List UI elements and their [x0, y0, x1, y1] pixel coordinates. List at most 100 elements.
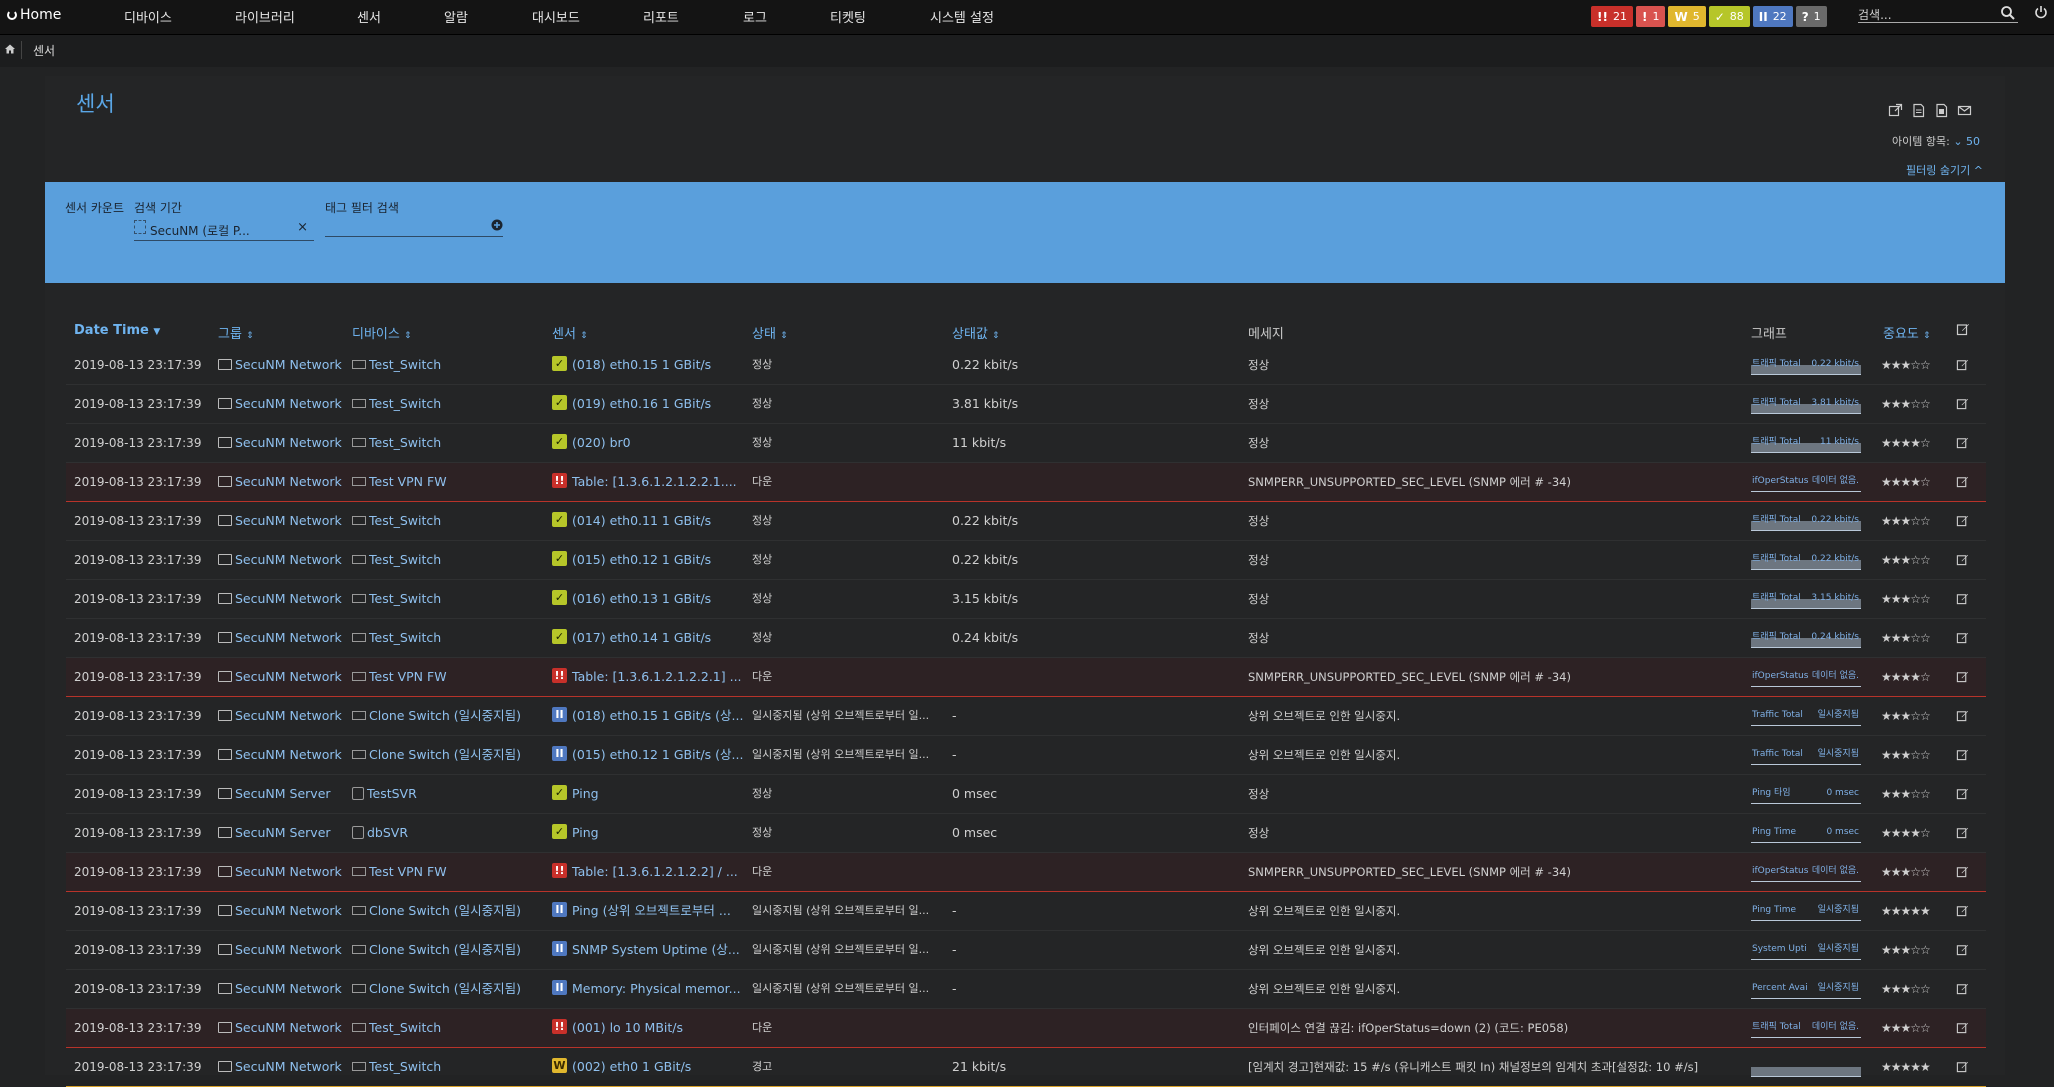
row-priority-stars[interactable]: ★★★☆☆ [1881, 697, 1951, 735]
row-device-link[interactable]: TestSVR [352, 775, 542, 813]
row-priority-stars[interactable]: ★★★☆☆ [1881, 502, 1951, 540]
table-row[interactable]: 2019-08-13 23:17:39 SecuNM Network Test_… [66, 580, 1986, 619]
row-priority-stars[interactable]: ★★★★★ [1881, 1048, 1951, 1086]
row-edit-button[interactable] [1956, 619, 1976, 657]
row-mini-graph[interactable]: Ping Time 일시중지됨 [1751, 892, 1863, 930]
badge-partial-down[interactable]: ! 1 [1635, 6, 1666, 27]
row-device-link[interactable]: Test_Switch [352, 502, 542, 540]
external-link-icon[interactable] [1888, 103, 1903, 118]
row-edit-button[interactable] [1956, 502, 1976, 540]
row-priority-stars[interactable]: ★★★★☆ [1881, 463, 1951, 501]
row-priority-stars[interactable]: ★★★☆☆ [1881, 1009, 1951, 1047]
period-select[interactable]: SecuNM (로컬 P... × [134, 218, 314, 241]
table-row[interactable]: 2019-08-13 23:17:39 SecuNM Network Test_… [66, 541, 1986, 580]
row-group-link[interactable]: SecuNM Network [218, 619, 348, 657]
power-icon[interactable] [2034, 5, 2048, 19]
nav-dashboard[interactable]: 대시보드 [532, 7, 580, 26]
nav-system-settings[interactable]: 시스템 설정 [930, 7, 994, 26]
row-device-link[interactable]: Clone Switch (일시중지됨) [352, 736, 542, 774]
row-device-link[interactable]: Test VPN FW [352, 658, 542, 696]
row-group-link[interactable]: SecuNM Network [218, 853, 348, 891]
breadcrumb-current[interactable]: 센서 [33, 42, 55, 59]
table-row[interactable]: 2019-08-13 23:17:39 SecuNM Network Test_… [66, 619, 1986, 658]
csv-export-icon[interactable] [1911, 103, 1926, 118]
row-group-link[interactable]: SecuNM Network [218, 424, 348, 462]
row-priority-stars[interactable]: ★★★★☆ [1881, 814, 1951, 852]
home-icon[interactable] [4, 43, 16, 55]
row-mini-graph[interactable]: 트래픽 Total 0.22 kbit/s [1751, 346, 1863, 384]
row-mini-graph[interactable]: 트래픽 Total 데이터 없음. [1751, 1009, 1863, 1047]
row-group-link[interactable]: SecuNM Network [218, 697, 348, 735]
row-mini-graph[interactable]: 트래픽 Total 3.15 kbit/s [1751, 580, 1863, 618]
badge-warning[interactable]: W 5 [1668, 6, 1706, 27]
row-group-link[interactable]: SecuNM Network [218, 502, 348, 540]
row-priority-stars[interactable]: ★★★★☆ [1881, 424, 1951, 462]
table-row[interactable]: 2019-08-13 23:17:39 SecuNM Network Clone… [66, 931, 1986, 970]
row-mini-graph[interactable]: Ping 타임 0 msec [1751, 775, 1863, 813]
row-edit-button[interactable] [1956, 853, 1976, 891]
row-edit-button[interactable] [1956, 463, 1976, 501]
row-device-link[interactable]: Test VPN FW [352, 463, 542, 501]
table-row[interactable]: 2019-08-13 23:17:39 SecuNM Network Test_… [66, 502, 1986, 541]
row-edit-button[interactable] [1956, 892, 1976, 930]
row-edit-button[interactable] [1956, 1009, 1976, 1047]
row-priority-stars[interactable]: ★★★☆☆ [1881, 853, 1951, 891]
row-device-link[interactable]: Clone Switch (일시중지됨) [352, 931, 542, 969]
row-device-link[interactable]: Test_Switch [352, 541, 542, 579]
search-input[interactable] [1858, 6, 1996, 24]
row-edit-button[interactable] [1956, 775, 1976, 813]
table-row[interactable]: 2019-08-13 23:17:39 SecuNM Network Test_… [66, 1048, 1986, 1087]
table-row[interactable]: 2019-08-13 23:17:39 SecuNM Network Test … [66, 658, 1986, 697]
row-mini-graph[interactable]: ifOperStatus 데이터 없음. [1751, 853, 1863, 891]
row-edit-button[interactable] [1956, 736, 1976, 774]
row-mini-graph[interactable]: ifOperStatus 데이터 없음. [1751, 658, 1863, 696]
row-mini-graph[interactable]: Traffic Total 일시중지됨 [1751, 697, 1863, 735]
row-priority-stars[interactable]: ★★★☆☆ [1881, 541, 1951, 579]
row-edit-button[interactable] [1956, 697, 1976, 735]
table-row[interactable]: 2019-08-13 23:17:39 SecuNM Network Clone… [66, 892, 1986, 931]
row-mini-graph[interactable]: Ping Time 0 msec [1751, 814, 1863, 852]
badge-unknown[interactable]: ? 1 [1795, 6, 1827, 27]
tag-filter-input[interactable] [325, 218, 503, 237]
row-device-link[interactable]: dbSVR [352, 814, 542, 852]
nav-alarms[interactable]: 알람 [444, 7, 468, 26]
row-priority-stars[interactable]: ★★★☆☆ [1881, 385, 1951, 423]
col-datetime[interactable]: Date Time ▼ [74, 323, 160, 338]
table-row[interactable]: 2019-08-13 23:17:39 SecuNM Network Test_… [66, 1009, 1986, 1048]
row-group-link[interactable]: SecuNM Network [218, 1009, 348, 1047]
row-mini-graph[interactable]: 트래픽 Total 0.22 kbit/s [1751, 502, 1863, 540]
document-export-icon[interactable] [1934, 103, 1949, 118]
row-edit-button[interactable] [1956, 970, 1976, 1008]
col-device[interactable]: 디바이스 ⇕ [352, 323, 412, 342]
row-mini-graph[interactable]: Percent Avai 일시중지됨 [1751, 970, 1863, 1008]
badge-down[interactable]: !! 21 [1591, 6, 1633, 27]
row-edit-button[interactable] [1956, 541, 1976, 579]
table-row[interactable]: 2019-08-13 23:17:39 SecuNM Server dbSVR … [66, 814, 1986, 853]
row-group-link[interactable]: SecuNM Network [218, 658, 348, 696]
row-group-link[interactable]: SecuNM Network [218, 970, 348, 1008]
row-edit-button[interactable] [1956, 931, 1976, 969]
col-priority[interactable]: 중요도 ⇕ [1883, 323, 1931, 342]
nav-logs[interactable]: 로그 [743, 7, 767, 26]
row-device-link[interactable]: Clone Switch (일시중지됨) [352, 970, 542, 1008]
table-row[interactable]: 2019-08-13 23:17:39 SecuNM Network Clone… [66, 970, 1986, 1009]
row-mini-graph[interactable]: System Upti 일시중지됨 [1751, 931, 1863, 969]
row-group-link[interactable]: SecuNM Network [218, 580, 348, 618]
home-link[interactable]: Home [7, 7, 61, 23]
row-edit-button[interactable] [1956, 424, 1976, 462]
row-mini-graph[interactable]: 트래픽 Total 11 kbit/s [1751, 424, 1863, 462]
row-mini-graph[interactable]: Traffic Total 일시중지됨 [1751, 736, 1863, 774]
badge-paused[interactable]: II 22 [1752, 6, 1793, 27]
clear-icon[interactable]: × [297, 220, 308, 235]
edit-columns-icon[interactable] [1956, 322, 1970, 336]
row-priority-stars[interactable]: ★★★★★ [1881, 892, 1951, 930]
table-row[interactable]: 2019-08-13 23:17:39 SecuNM Server TestSV… [66, 775, 1986, 814]
nav-devices[interactable]: 디바이스 [124, 7, 172, 26]
row-group-link[interactable]: SecuNM Network [218, 346, 348, 384]
row-priority-stars[interactable]: ★★★☆☆ [1881, 775, 1951, 813]
row-group-link[interactable]: SecuNM Network [218, 1048, 348, 1086]
table-row[interactable]: 2019-08-13 23:17:39 SecuNM Network Clone… [66, 736, 1986, 775]
row-group-link[interactable]: SecuNM Network [218, 892, 348, 930]
row-mini-graph[interactable]: 트래픽 Total 0.22 kbit/s [1751, 541, 1863, 579]
row-device-link[interactable]: Clone Switch (일시중지됨) [352, 892, 542, 930]
